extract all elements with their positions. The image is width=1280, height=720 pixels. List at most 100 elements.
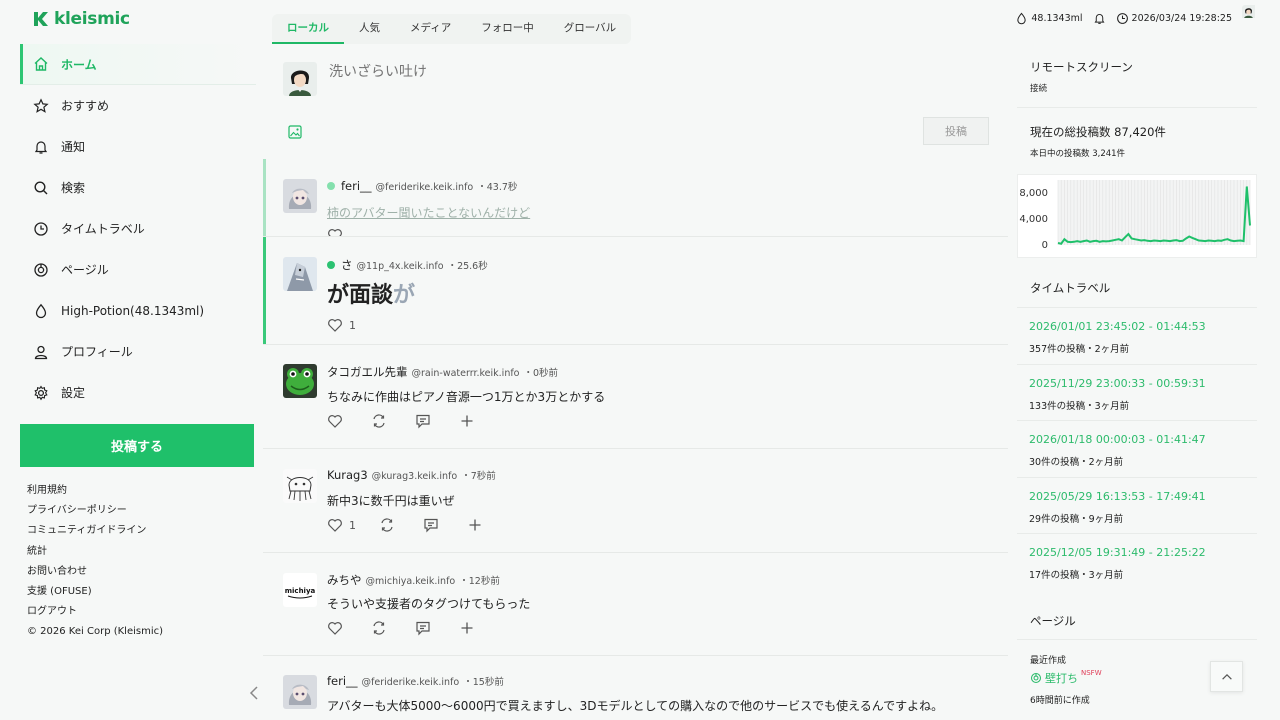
collapse-sidebar-button[interactable]	[246, 683, 262, 703]
footer-link-contact[interactable]: お問い合わせ	[27, 562, 163, 582]
sidebar-item-timetravel[interactable]: タイムトラベル	[20, 208, 256, 249]
tab-following[interactable]: フォロー中	[466, 14, 549, 44]
sidebar-item-settings[interactable]: 設定	[20, 372, 256, 413]
reply-button[interactable]	[415, 413, 459, 429]
like-button[interactable]	[327, 227, 371, 236]
note-author-handle[interactable]: @feriderike.keik.info	[376, 182, 474, 193]
avatar[interactable]	[283, 469, 317, 503]
sidebar-item-label: ホーム	[61, 57, 97, 72]
note-author-handle[interactable]: @kurag3.keik.info	[372, 471, 458, 482]
footer-link-terms[interactable]: 利用規約	[27, 481, 163, 501]
footer-link-support[interactable]: 支援 (OFUSE)	[27, 582, 163, 602]
note-author-handle[interactable]: @feriderike.keik.info	[362, 677, 460, 688]
sidebar-item-page[interactable]: ページル	[20, 249, 256, 290]
heart-icon	[328, 229, 342, 236]
renote-button[interactable]	[371, 413, 415, 429]
scroll-to-top-button[interactable]	[1210, 661, 1243, 692]
note-author-name[interactable]: feri__	[327, 674, 358, 688]
remote-screen-status[interactable]: 接続	[1030, 82, 1133, 94]
like-button[interactable]	[327, 620, 371, 636]
footer-link-guidelines[interactable]: コミュニティガイドライン	[27, 521, 163, 541]
note-time: ・0秒前	[523, 368, 559, 379]
footer-link-privacy[interactable]: プライバシーポリシー	[27, 501, 163, 521]
heart-icon	[328, 519, 342, 532]
note-header: さ @11p_4x.keik.info ・25.6秒	[327, 257, 488, 273]
tab-local[interactable]: ローカル	[272, 14, 344, 44]
note-time: ・25.6秒	[447, 261, 488, 272]
timetravel-item[interactable]: 2025/11/29 23:00:33 - 00:59:31 133件の投稿・3…	[1017, 363, 1257, 421]
sidebar-item-home[interactable]: ホーム	[20, 44, 256, 85]
page-link[interactable]: 壁打ち NSFW	[1030, 669, 1102, 686]
repeat-icon	[381, 518, 393, 532]
note-author-name[interactable]: Kurag3	[327, 468, 368, 482]
avatar[interactable]	[283, 675, 317, 709]
footer-links: 利用規約 プライバシーポリシー コミュニティガイドライン 統計 お問い合わせ 支…	[27, 481, 163, 642]
note-actions: 1	[327, 317, 371, 333]
note-text: ちなみに作曲はピアノ音源一つ1万とか3万とかする	[327, 390, 606, 404]
like-count: 1	[349, 518, 356, 532]
note-item: michiya みちや @michiya.keik.info ・12秒前 そうい…	[263, 553, 1008, 656]
timetravel-item[interactable]: 2026/01/01 23:45:02 - 01:44:53 357件の投稿・2…	[1017, 307, 1257, 364]
note-author-handle[interactable]: @11p_4x.keik.info	[357, 261, 444, 272]
page-icon	[33, 262, 49, 278]
note-text: 新中3に数千円は重いぜ	[327, 494, 455, 508]
timetravel-item[interactable]: 2025/12/05 19:31:49 - 21:25:22 17件の投稿・3ヶ…	[1017, 533, 1257, 590]
sidebar-item-notifications[interactable]: 通知	[20, 126, 256, 167]
compose-submit-button[interactable]: 投稿	[923, 117, 989, 145]
note-author-name[interactable]: feri__	[341, 179, 372, 193]
sidebar-item-label: タイムトラベル	[61, 222, 145, 236]
note-author-name[interactable]: タコガエル先輩	[327, 364, 408, 380]
like-button[interactable]	[327, 413, 371, 429]
svg-text:michiya: michiya	[285, 587, 316, 595]
user-avatar[interactable]	[1242, 5, 1268, 31]
like-button[interactable]: 1	[327, 317, 371, 333]
note-actions	[327, 620, 503, 636]
compose-input[interactable]	[329, 64, 729, 80]
app-logo[interactable]: kleismic	[32, 9, 130, 29]
page-widget-sub: 最近作成	[1030, 656, 1067, 666]
sidebar-item-search[interactable]: 検索	[20, 167, 256, 208]
avatar[interactable]	[283, 364, 317, 398]
footer-link-logout[interactable]: ログアウト	[27, 602, 163, 622]
renote-button[interactable]	[371, 620, 415, 636]
sidebar-item-label: High-Potion(48.1343ml)	[61, 303, 205, 318]
avatar[interactable]: michiya	[283, 573, 317, 607]
copyright: © 2026 Kei Corp (Kleismic)	[27, 626, 164, 638]
post-button[interactable]: 投稿する	[20, 424, 254, 467]
avatar[interactable]	[283, 179, 317, 213]
tab-popular[interactable]: 人気	[344, 14, 395, 44]
avatar[interactable]	[283, 257, 317, 291]
nsfw-badge: NSFW	[1081, 669, 1102, 677]
reply-button[interactable]	[423, 517, 467, 533]
note-author-handle[interactable]: @michiya.keik.info	[366, 576, 456, 587]
like-button[interactable]: 1	[327, 517, 379, 533]
note-author-handle[interactable]: @rain-waterrr.keik.info	[412, 368, 520, 379]
note-author-name[interactable]: さ	[341, 257, 353, 273]
avatar[interactable]	[283, 62, 317, 96]
comment-icon	[416, 621, 430, 636]
timetravel-item[interactable]: 2025/05/29 16:13:53 - 17:49:41 29件の投稿・9ヶ…	[1017, 476, 1257, 534]
sidebar-item-potion[interactable]: High-Potion(48.1343ml)	[20, 290, 256, 331]
top-status-bar: 48.1343ml 2026/03/24 19:28:25	[1015, 5, 1268, 31]
potion-indicator[interactable]: 48.1343ml	[1015, 12, 1083, 25]
sidebar-item-profile[interactable]: プロフィール	[20, 331, 256, 372]
reply-button[interactable]	[415, 620, 459, 636]
note-author-name[interactable]: みちや	[327, 572, 362, 588]
notifications-button[interactable]	[1093, 12, 1106, 25]
note-actions	[327, 227, 371, 236]
sidebar-item-recommend[interactable]: おすすめ	[20, 85, 256, 126]
sidebar: kleismic ホーム おすすめ 通知 検索 タイムトラベル ページル Hig…	[0, 0, 262, 720]
more-button[interactable]	[467, 517, 511, 533]
today-posts: 本日中の投稿数 3,241件	[1030, 149, 1126, 159]
more-button[interactable]	[459, 413, 503, 429]
tab-media[interactable]: メディア	[395, 14, 466, 44]
bell-icon	[33, 139, 49, 155]
timetravel-item[interactable]: 2026/01/18 00:00:03 - 01:41:47 30件の投稿・2ヶ…	[1017, 420, 1257, 477]
footer-link-stats[interactable]: 統計	[27, 542, 163, 562]
datetime-display[interactable]: 2026/03/24 19:28:25	[1116, 12, 1232, 25]
image-attach-icon[interactable]	[288, 124, 302, 139]
renote-button[interactable]	[379, 517, 423, 533]
note-time-value: 43.7秒	[486, 182, 518, 193]
more-button[interactable]	[459, 620, 503, 636]
tab-global[interactable]: グローバル	[549, 14, 631, 44]
